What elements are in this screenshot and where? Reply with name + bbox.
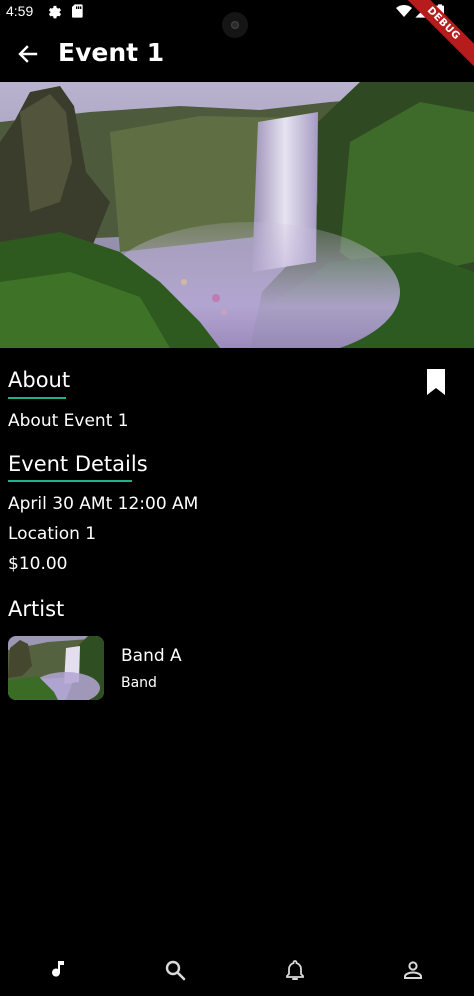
about-heading: About — [8, 368, 71, 392]
sd-card-icon — [72, 4, 83, 18]
page-title: Event 1 — [58, 38, 165, 67]
bell-icon[interactable] — [283, 958, 307, 982]
event-details-heading: Event Details — [8, 452, 148, 476]
artist-name[interactable]: Band A — [121, 646, 182, 666]
event-details-underline — [8, 480, 132, 482]
music-note-icon[interactable] — [46, 958, 70, 982]
wifi-icon — [396, 5, 412, 17]
about-text: About Event 1 — [8, 411, 129, 431]
settings-icon — [48, 5, 62, 19]
app-bar: Event 1 — [0, 28, 474, 82]
event-location: Location 1 — [8, 524, 97, 544]
event-price: $10.00 — [8, 554, 68, 574]
status-bar: 4:59 DEBUG — [0, 0, 474, 76]
back-arrow-icon[interactable] — [12, 38, 44, 70]
artist-type: Band — [121, 675, 157, 691]
search-icon[interactable] — [163, 958, 187, 982]
about-underline — [8, 397, 66, 399]
artist-heading: Artist — [8, 597, 65, 621]
person-icon[interactable] — [401, 958, 425, 982]
bottom-navigation — [0, 944, 474, 996]
artist-thumbnail[interactable] — [8, 636, 104, 700]
status-time: 4:59 — [6, 3, 34, 19]
event-datetime: April 30 AMt 12:00 AM — [8, 494, 199, 514]
event-hero-image — [0, 82, 474, 348]
bookmark-icon[interactable] — [424, 368, 448, 396]
